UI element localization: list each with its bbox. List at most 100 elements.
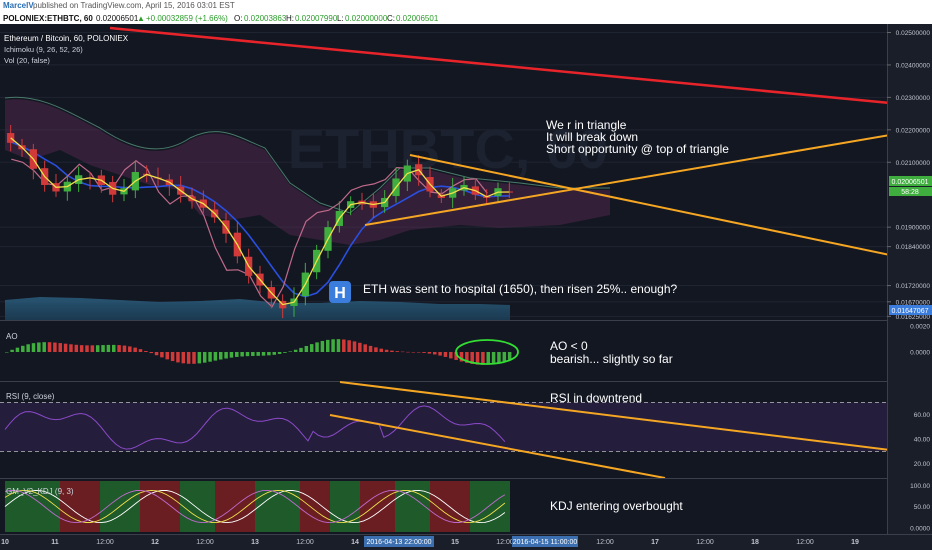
ao-bar xyxy=(299,347,303,352)
rsi-band xyxy=(0,402,887,452)
ao-bar xyxy=(368,345,373,352)
annotation-hospital: ETH was sent to hospital (1650), then ri… xyxy=(363,282,678,296)
time-tick-label: 18 xyxy=(751,539,759,546)
ao-bar xyxy=(181,352,186,364)
rsi-tick-label: 60.00 xyxy=(914,412,931,419)
ticker-close-label: C: xyxy=(387,14,395,23)
ticker-high: 0.02007990 xyxy=(295,14,338,23)
ticker-low-label: L: xyxy=(337,14,344,23)
ao-bar xyxy=(58,343,62,352)
ticker-low: 0.02000000 xyxy=(345,14,388,23)
annotation-kdj: KDJ entering overbought xyxy=(550,499,683,513)
ticker-last: 0.02006501 xyxy=(96,14,139,23)
kdj-stripe xyxy=(470,481,510,532)
ao-bar xyxy=(304,345,309,352)
ao-bar xyxy=(101,345,105,352)
ao-bar xyxy=(42,342,46,352)
ao-bar xyxy=(267,352,271,356)
ticker-close: 0.02006501 xyxy=(396,14,439,23)
kdj-stripe xyxy=(140,481,180,532)
ao-bar xyxy=(416,352,421,353)
legend-ichimoku: Ichimoku (9, 26, 52, 26) xyxy=(4,45,83,54)
time-tick-label: 11 xyxy=(51,539,59,546)
time-axis[interactable] xyxy=(0,534,932,550)
ao-bar xyxy=(112,344,116,352)
ao-bar xyxy=(507,352,512,360)
chart-canvas: MarcelV published on TradingView.com, Ap… xyxy=(0,0,932,550)
ticker-open-label: O: xyxy=(234,14,242,23)
time-tick-label: 12:00 xyxy=(296,539,314,546)
ao-bar xyxy=(69,344,73,352)
time-tick-label: 13 xyxy=(251,539,259,546)
price-tick-label: 0.02100000 xyxy=(896,160,931,167)
ao-bar xyxy=(224,352,228,359)
price-tick-label: 0.02500000 xyxy=(896,30,931,37)
ao-bar xyxy=(160,352,164,358)
ao-bar xyxy=(288,351,293,352)
ao-bar xyxy=(63,343,68,352)
ao-bar xyxy=(165,352,169,360)
kdj-tick-label: 100.00 xyxy=(910,483,930,490)
ao-bar xyxy=(293,349,298,352)
kdj-stripe xyxy=(255,481,300,532)
ao-bar xyxy=(342,339,346,352)
candle-body xyxy=(7,133,15,143)
ao-bar xyxy=(358,342,362,352)
time-tick-label: 12:00 xyxy=(96,539,114,546)
kdj-stripe xyxy=(180,481,215,532)
rsi-pane: RSI (9, close) RSI in downtrend xyxy=(0,381,932,479)
ao-bar xyxy=(315,342,319,352)
ao-bar xyxy=(192,352,196,364)
ao-bar xyxy=(202,352,207,363)
ao-bar xyxy=(213,352,218,361)
ao-bar xyxy=(256,352,260,356)
ao-bar xyxy=(406,351,410,353)
ao-bar xyxy=(331,339,335,352)
ao-tick-label: 0.0000 xyxy=(910,350,930,357)
ao-bar xyxy=(122,345,127,352)
ao-bar xyxy=(245,352,250,357)
ao-bar xyxy=(74,344,79,352)
rsi-tick-label: 40.00 xyxy=(914,437,931,444)
ao-bar xyxy=(10,349,14,352)
time-tick-label: 12:00 xyxy=(596,539,614,546)
ao-bar xyxy=(347,340,351,352)
price-tick-label: 0.01840000 xyxy=(896,244,931,251)
hospital-icon-letter: H xyxy=(334,285,346,302)
ao-bar xyxy=(219,352,223,360)
low-price-badge-text: 0.01647067 xyxy=(892,308,929,315)
ao-bar xyxy=(449,352,453,359)
annotation-rsi: RSI in downtrend xyxy=(550,391,642,405)
ao-bar xyxy=(149,352,153,354)
ao-bar xyxy=(15,347,20,352)
kdj-stripe xyxy=(330,481,360,532)
time-tick-label: 12 xyxy=(151,539,159,546)
time-highlight-right-text: 2016-04-15 11:00:00 xyxy=(513,539,578,546)
ao-pane-bg xyxy=(0,321,887,381)
ao-bar xyxy=(497,352,501,363)
price-pane: ETHBTC, 60 Ethereum / Bitcoin, 60, POLON… xyxy=(0,24,891,320)
ao-bar xyxy=(277,352,282,354)
time-highlight-left-text: 2016-04-13 22:00:00 xyxy=(367,539,432,546)
ao-bar xyxy=(5,352,9,353)
ao-bar xyxy=(229,352,234,358)
time-tick-label: 12:00 xyxy=(196,539,214,546)
ao-bar xyxy=(240,352,244,357)
ticker-change: +0.00032859 (+1.66%) xyxy=(146,14,228,23)
ticker-symbol: POLONIEX:ETHBTC, 60 xyxy=(3,14,93,23)
price-tick-label: 0.02400000 xyxy=(896,62,931,69)
time-tick-label: 12:00 xyxy=(696,539,714,546)
time-tick-label: 12:00 xyxy=(796,539,814,546)
ao-bar xyxy=(95,345,100,352)
last-price-badge-text: 0.02006501 xyxy=(892,179,929,186)
ao-bar xyxy=(379,348,383,352)
rsi-label: RSI (9, close) xyxy=(6,392,55,401)
ao-bar xyxy=(90,345,95,352)
ao-label: AO xyxy=(6,332,18,341)
author-name[interactable]: MarcelV xyxy=(3,1,34,10)
kdj-stripe xyxy=(430,481,470,532)
ao-bar xyxy=(144,351,148,352)
ao-pane: AO AO < 0 bearish... slightly so far xyxy=(0,320,932,381)
time-tick-label: 10 xyxy=(1,539,9,546)
ao-bar xyxy=(251,352,255,356)
